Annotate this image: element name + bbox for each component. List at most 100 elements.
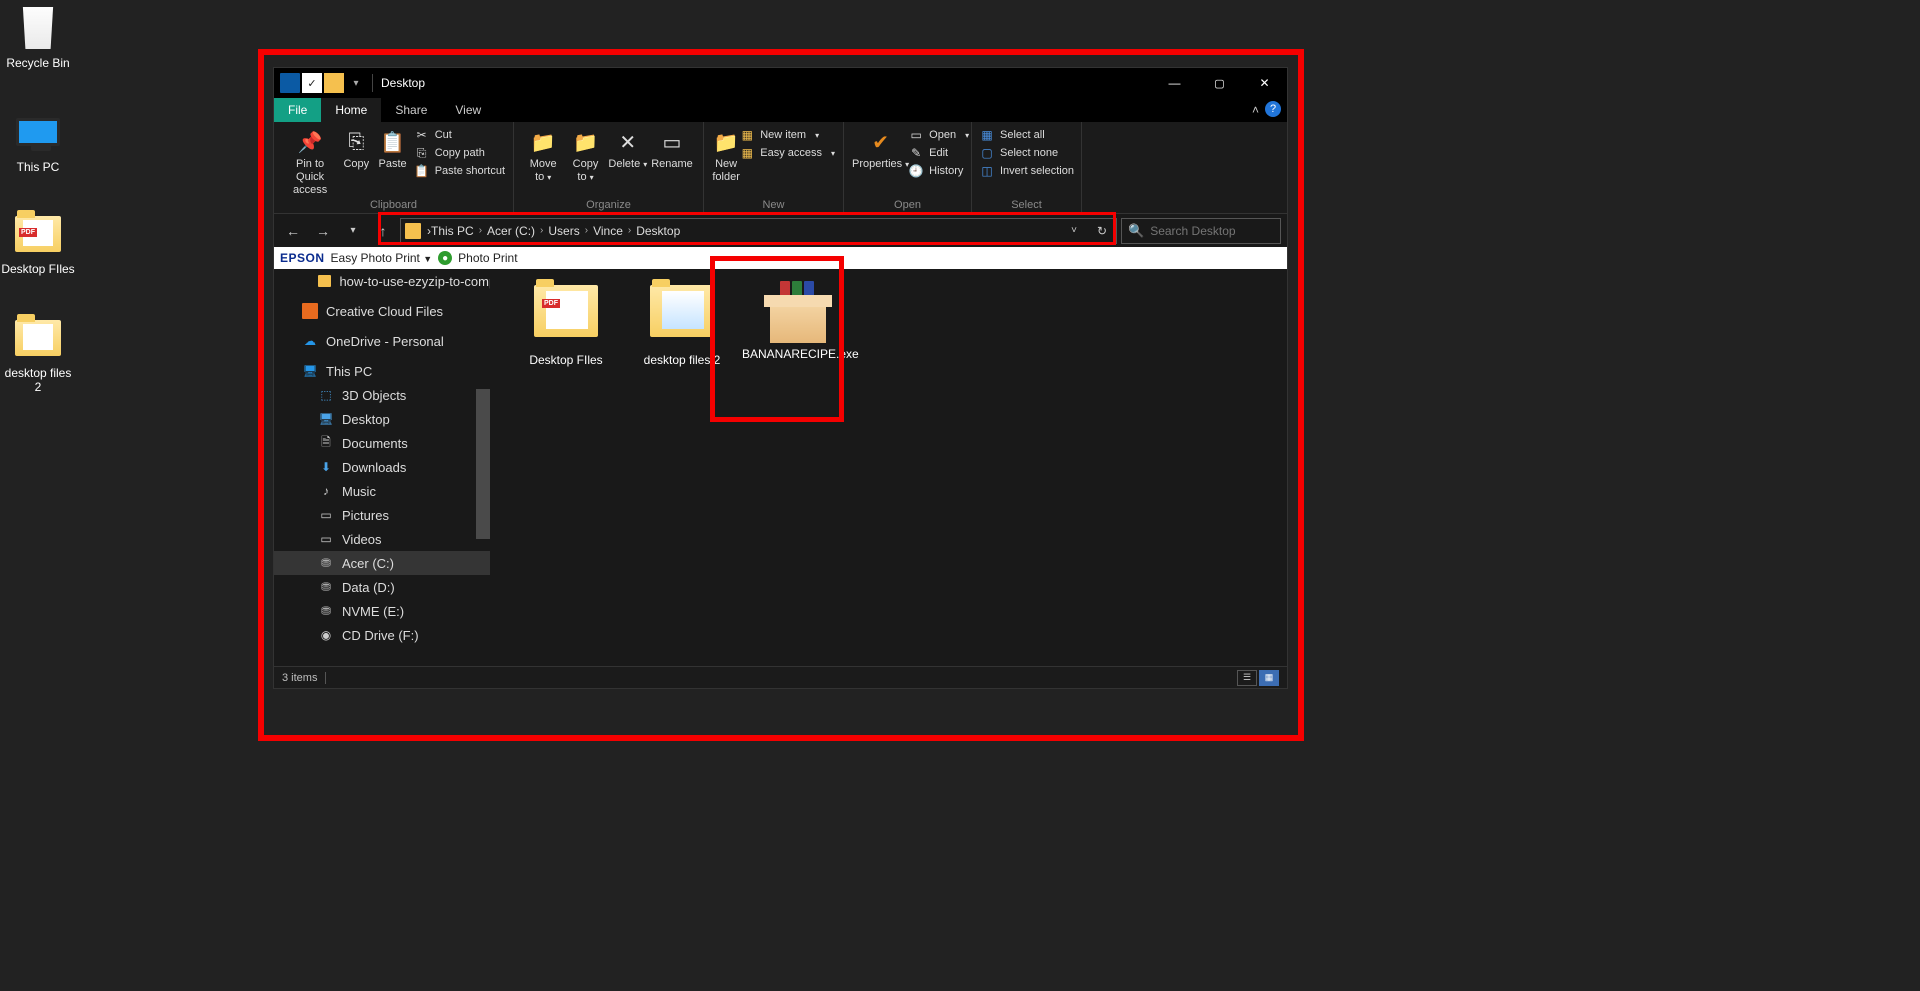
disk-icon: ⛃ xyxy=(318,579,334,595)
qat-newfolder-icon[interactable] xyxy=(324,73,344,93)
collapse-ribbon-button[interactable]: ˄ xyxy=(1252,98,1259,122)
cut-button[interactable]: ✂Cut xyxy=(415,128,505,142)
rename-icon: ▭ xyxy=(658,128,686,156)
address-bar[interactable]: › This PC› Acer (C:)› Users› Vince › Desk… xyxy=(400,218,1117,244)
sidebar-item-cd-f[interactable]: ◉CD Drive (F:) xyxy=(274,623,490,647)
open-button[interactable]: ▭Open▾ xyxy=(909,128,969,142)
maximize-icon: ▢ xyxy=(1214,77,1224,90)
nav-up-button[interactable]: ↑ xyxy=(370,218,396,244)
folder-icon xyxy=(646,285,718,349)
copy-to-button[interactable]: 📁 Copy to▾ xyxy=(564,126,606,184)
search-input[interactable] xyxy=(1150,224,1274,238)
tab-file[interactable]: File xyxy=(274,98,321,122)
sidebar-item-ezyzip[interactable]: how-to-use-ezyzip-to-comp xyxy=(274,269,490,293)
nav-back-button[interactable]: ← xyxy=(280,218,306,244)
sidebar-item-nvme-e[interactable]: ⛃NVME (E:) xyxy=(274,599,490,623)
select-all-button[interactable]: ▦Select all xyxy=(980,128,1074,142)
crumb-acer[interactable]: Acer (C:)› xyxy=(487,224,548,238)
move-to-button[interactable]: 📁 Move to▾ xyxy=(522,126,564,184)
qat-customize-icon[interactable]: ▾ xyxy=(346,73,366,93)
folder-icon xyxy=(405,223,421,239)
paste-button[interactable]: 📋 Paste xyxy=(374,126,410,171)
new-folder-button[interactable]: 📁 New folder xyxy=(712,126,740,184)
sidebar-label: Music xyxy=(342,484,376,499)
desktop-icon-this-pc[interactable]: This PC xyxy=(0,108,76,174)
sidebar-item-downloads[interactable]: ⬇Downloads xyxy=(274,455,490,479)
group-label: New xyxy=(704,199,843,214)
desktop-icon-desktop-files[interactable]: Desktop FIles xyxy=(0,210,76,276)
view-large-icons-button[interactable]: ▦ xyxy=(1259,670,1279,686)
sidebar-item-desktop[interactable]: 🖥Desktop xyxy=(274,407,490,431)
sidebar-item-pictures[interactable]: ▭Pictures xyxy=(274,503,490,527)
desktop-icon-recycle-bin[interactable]: Recycle Bin xyxy=(0,4,76,70)
crumb-vince[interactable]: Vince › xyxy=(593,224,636,238)
refresh-button[interactable]: ↻ xyxy=(1088,219,1116,243)
properties-button[interactable]: ✔ Properties▾ xyxy=(852,126,909,171)
crumb-this-pc[interactable]: This PC› xyxy=(431,224,487,238)
copy-path-button[interactable]: ⎘Copy path xyxy=(415,146,505,160)
tab-home[interactable]: Home xyxy=(321,98,381,122)
maximize-button[interactable]: ▢ xyxy=(1197,68,1242,98)
sidebar-item-acer-c[interactable]: ⛃Acer (C:) xyxy=(274,551,490,575)
chevron-right-icon: › xyxy=(628,225,631,236)
crumb-label: Vince xyxy=(593,224,623,238)
close-button[interactable]: ✕ xyxy=(1242,68,1287,98)
select-none-button[interactable]: ▢Select none xyxy=(980,146,1074,160)
crumb-label: Acer (C:) xyxy=(487,224,535,238)
sidebar-item-documents[interactable]: 🗎Documents xyxy=(274,431,490,455)
new-item-button[interactable]: ▦New item▾ xyxy=(740,128,835,142)
nav-recent-dropdown[interactable]: ▾ xyxy=(340,218,366,244)
sidebar-item-videos[interactable]: ▭Videos xyxy=(274,527,490,551)
navigation-row: ← → ▾ ↑ › This PC› Acer (C:)› Users› Vin… xyxy=(274,214,1287,247)
photo-print-icon: ● xyxy=(438,251,452,265)
sidebar-item-onedrive[interactable]: ☁OneDrive - Personal xyxy=(274,329,490,353)
desktop-icon-desktop-files-2[interactable]: desktop files 2 xyxy=(0,314,76,394)
history-button[interactable]: 🕘History xyxy=(909,164,969,178)
crumb-users[interactable]: Users› xyxy=(548,224,593,238)
rename-button[interactable]: ▭ Rename xyxy=(649,126,695,171)
help-button[interactable]: ? xyxy=(1265,101,1281,117)
file-item-bananarecipe-exe[interactable]: BANANARECIPE.exe xyxy=(742,279,854,361)
sidebar-item-this-pc[interactable]: 🖥This PC xyxy=(274,359,490,383)
view-details-button[interactable]: ☰ xyxy=(1237,670,1257,686)
file-item-desktop-files[interactable]: Desktop FIles xyxy=(510,279,622,367)
sidebar-item-data-d[interactable]: ⛃Data (D:) xyxy=(274,575,490,599)
photo-print-button[interactable]: Photo Print xyxy=(458,251,517,265)
scrollbar-thumb[interactable] xyxy=(476,389,490,539)
copy-button[interactable]: ⎘ Copy xyxy=(338,126,374,171)
pin-quick-access-button[interactable]: 📌 Pin to Quick access xyxy=(282,126,338,197)
minimize-icon: — xyxy=(1169,76,1181,90)
button-label: Properties▾ xyxy=(852,158,909,171)
crumb-desktop[interactable]: Desktop xyxy=(636,224,680,238)
sidebar-item-creative-cloud[interactable]: Creative Cloud Files xyxy=(274,299,490,323)
file-list[interactable]: Desktop FIles desktop files 2 BANANARECI… xyxy=(490,269,1287,666)
invert-selection-button[interactable]: ◫Invert selection xyxy=(980,164,1074,178)
paste-shortcut-button[interactable]: 📋Paste shortcut xyxy=(415,164,505,178)
file-item-desktop-files-2[interactable]: desktop files 2 xyxy=(626,279,738,367)
search-box[interactable]: 🔍 xyxy=(1121,218,1281,244)
delete-button[interactable]: ✕ Delete▾ xyxy=(607,126,649,171)
chevron-right-icon: › xyxy=(585,225,588,236)
edit-button[interactable]: ✎Edit xyxy=(909,146,969,160)
tab-view[interactable]: View xyxy=(441,98,495,122)
easy-photo-print-button[interactable]: Easy Photo Print ▼ xyxy=(331,251,433,265)
sidebar-item-music[interactable]: ♪Music xyxy=(274,479,490,503)
sidebar-item-3d-objects[interactable]: ⬚3D Objects xyxy=(274,383,490,407)
minimize-button[interactable]: — xyxy=(1152,68,1197,98)
qat-properties-icon[interactable]: ✓ xyxy=(302,73,322,93)
button-label: Paste shortcut xyxy=(435,165,505,177)
app-icon[interactable] xyxy=(280,73,300,93)
nav-forward-button[interactable]: → xyxy=(310,218,336,244)
cut-icon: ✂ xyxy=(415,128,429,142)
easy-access-button[interactable]: ▦Easy access▾ xyxy=(740,146,835,160)
sidebar-label: Creative Cloud Files xyxy=(326,304,443,319)
file-explorer-window: ✓ ▾ Desktop — ▢ ✕ File Home Share View ˄… xyxy=(273,67,1288,689)
address-dropdown-button[interactable]: ˅ xyxy=(1060,219,1088,243)
titlebar[interactable]: ✓ ▾ Desktop — ▢ ✕ xyxy=(274,68,1287,98)
this-pc-icon xyxy=(14,108,62,156)
copy-icon: ⎘ xyxy=(342,128,370,156)
separator xyxy=(325,672,326,684)
navigation-pane[interactable]: how-to-use-ezyzip-to-comp Creative Cloud… xyxy=(274,269,490,666)
tab-share[interactable]: Share xyxy=(381,98,441,122)
cd-icon: ◉ xyxy=(318,627,334,643)
